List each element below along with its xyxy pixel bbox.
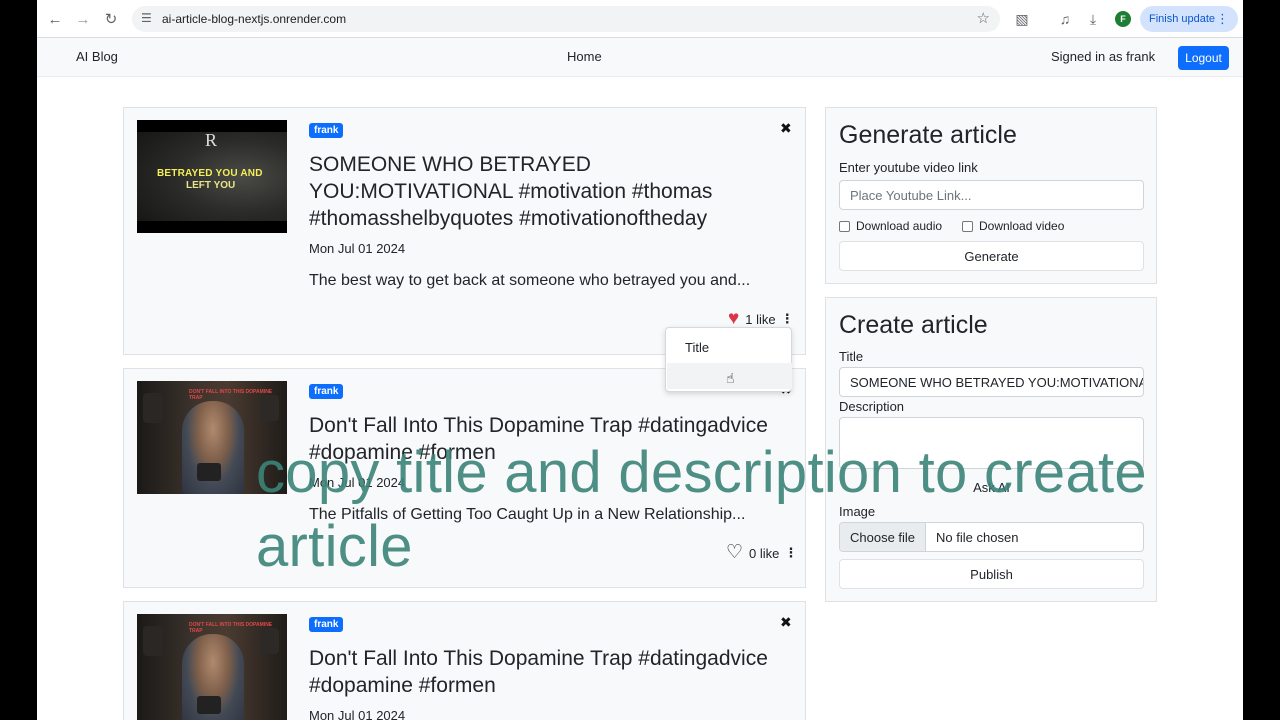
thumbnail-bar-bottom bbox=[137, 221, 287, 233]
like-count: 1 like bbox=[745, 311, 776, 327]
like-count: 0 like bbox=[749, 545, 780, 561]
thumbnail-microphone bbox=[197, 463, 221, 481]
finish-update-label: Finish update bbox=[1149, 13, 1216, 25]
hand-cursor-icon: ☝ bbox=[726, 370, 735, 386]
article-thumbnail[interactable]: DON'T FALL INTO THIS DOPAMINE TRAP bbox=[137, 381, 287, 494]
author-badge: frank bbox=[309, 617, 344, 632]
url-text: ai-article-blog-nextjs.onrender.com bbox=[162, 12, 347, 26]
delete-icon[interactable]: ✖ bbox=[780, 614, 792, 631]
download-icon[interactable]: ⤓ bbox=[1083, 9, 1103, 29]
like-control[interactable]: ♥ 1 like ⋮ bbox=[728, 309, 794, 328]
brand-link[interactable]: AI Blog bbox=[76, 49, 118, 64]
article-title[interactable]: SOMEONE WHO BETRAYED YOU:MOTIVATIONAL #m… bbox=[309, 151, 794, 232]
download-video-label: Download video bbox=[979, 219, 1065, 233]
home-link[interactable]: Home bbox=[567, 49, 602, 64]
checkbox-box[interactable] bbox=[962, 220, 973, 232]
publish-button[interactable]: Publish bbox=[839, 559, 1144, 589]
browser-window: ← → ↻ ☰ ai-article-blog-nextjs.onrender.… bbox=[37, 0, 1243, 720]
article-title[interactable]: Don't Fall Into This Dopamine Trap #dati… bbox=[309, 645, 794, 699]
thumbnail-microphone bbox=[197, 696, 221, 714]
create-article-panel: Create article Title SOMEONE WHO BETRAYE… bbox=[825, 297, 1157, 602]
signed-in-text: Signed in as frank bbox=[1051, 49, 1156, 64]
download-audio-label: Download audio bbox=[856, 219, 943, 233]
article-description: The best way to get back at someone who … bbox=[309, 272, 751, 289]
image-file-input[interactable]: Choose file No file chosen bbox=[839, 522, 1144, 552]
description-label: Description bbox=[839, 399, 905, 414]
author-badge: frank bbox=[309, 384, 344, 399]
like-control[interactable]: ♡ 0 like ⋮ bbox=[726, 543, 797, 562]
generate-button[interactable]: Generate bbox=[839, 241, 1144, 271]
thumbnail-caption: DON'T FALL INTO THIS DOPAMINE TRAP bbox=[189, 622, 273, 634]
thumbnail-text-line2: LEFT YOU bbox=[186, 180, 236, 191]
profile-avatar[interactable]: F bbox=[1115, 11, 1131, 27]
delete-icon[interactable]: ✖ bbox=[780, 120, 792, 137]
reload-icon[interactable]: ↻ bbox=[101, 9, 121, 29]
more-menu-icon: ⋮ bbox=[1216, 11, 1229, 26]
bookmark-star-icon[interactable]: ☆ bbox=[977, 9, 990, 27]
browser-toolbar: ← → ↻ ☰ ai-article-blog-nextjs.onrender.… bbox=[37, 0, 1243, 38]
kebab-menu-icon[interactable]: ⋮ bbox=[784, 545, 797, 561]
extensions-icon[interactable]: ▧ bbox=[1012, 9, 1032, 29]
generate-heading: Generate article bbox=[839, 121, 1017, 149]
youtube-link-label: Enter youtube video link bbox=[839, 160, 978, 175]
thumbnail-lamp bbox=[143, 393, 163, 423]
ask-ai-button[interactable]: Ask AI bbox=[839, 472, 1144, 502]
title-input[interactable]: SOMEONE WHO BETRAYED YOU:MOTIVATIONAL #m… bbox=[839, 367, 1144, 397]
title-label: Title bbox=[839, 349, 864, 364]
heart-outline-icon[interactable]: ♡ bbox=[726, 543, 743, 562]
description-textarea[interactable] bbox=[839, 417, 1144, 469]
menu-item-title[interactable]: Title bbox=[685, 340, 709, 355]
article-date: Mon Jul 01 2024 bbox=[309, 708, 406, 720]
article-thumbnail[interactable]: R BETRAYED YOU AND LEFT YOU bbox=[137, 120, 287, 233]
article-card[interactable]: DON'T FALL INTO THIS DOPAMINE TRAP frank… bbox=[123, 368, 806, 588]
article-description: The Pitfalls of Getting Too Caught Up in… bbox=[309, 506, 746, 523]
article-card[interactable]: DON'T FALL INTO THIS DOPAMINE TRAP frank… bbox=[123, 601, 806, 720]
address-bar[interactable]: ☰ ai-article-blog-nextjs.onrender.com ☆ bbox=[132, 6, 1000, 32]
author-badge: frank bbox=[309, 123, 344, 138]
article-date: Mon Jul 01 2024 bbox=[309, 475, 406, 490]
site-settings-icon[interactable]: ☰ bbox=[141, 11, 152, 25]
no-file-text: No file chosen bbox=[936, 529, 1019, 545]
finish-update-button[interactable]: Finish update ⋮ bbox=[1140, 6, 1238, 32]
download-video-checkbox[interactable]: Download video bbox=[962, 219, 1064, 233]
choose-file-button[interactable]: Choose file bbox=[840, 523, 927, 551]
article-thumbnail[interactable]: DON'T FALL INTO THIS DOPAMINE TRAP bbox=[137, 614, 287, 720]
thumbnail-logo: R bbox=[205, 130, 218, 150]
image-label: Image bbox=[839, 504, 876, 519]
heart-filled-icon[interactable]: ♥ bbox=[728, 309, 739, 328]
article-date: Mon Jul 01 2024 bbox=[309, 241, 406, 256]
forward-icon[interactable]: → bbox=[73, 9, 93, 29]
media-control-icon[interactable]: ♫ bbox=[1055, 9, 1075, 29]
generate-article-panel: Generate article Enter youtube video lin… bbox=[825, 107, 1157, 284]
thumbnail-lamp bbox=[143, 626, 163, 656]
thumbnail-text-line1: BETRAYED YOU AND bbox=[157, 168, 263, 179]
checkbox-box[interactable] bbox=[839, 220, 850, 232]
app-navbar: AI Blog Home Signed in as frank Logout bbox=[37, 38, 1243, 77]
download-audio-checkbox[interactable]: Download audio bbox=[839, 219, 942, 233]
article-card[interactable]: R BETRAYED YOU AND LEFT YOU frank ✖ SOME… bbox=[123, 107, 806, 355]
kebab-menu-icon[interactable]: ⋮ bbox=[781, 311, 794, 327]
article-title[interactable]: Don't Fall Into This Dopamine Trap #dati… bbox=[309, 412, 794, 466]
logout-button[interactable]: Logout bbox=[1178, 46, 1229, 70]
thumbnail-caption: DON'T FALL INTO THIS DOPAMINE TRAP bbox=[189, 389, 273, 401]
create-heading: Create article bbox=[839, 311, 988, 339]
back-icon[interactable]: ← bbox=[45, 9, 65, 29]
youtube-link-input[interactable]: Place Youtube Link... bbox=[839, 180, 1144, 210]
